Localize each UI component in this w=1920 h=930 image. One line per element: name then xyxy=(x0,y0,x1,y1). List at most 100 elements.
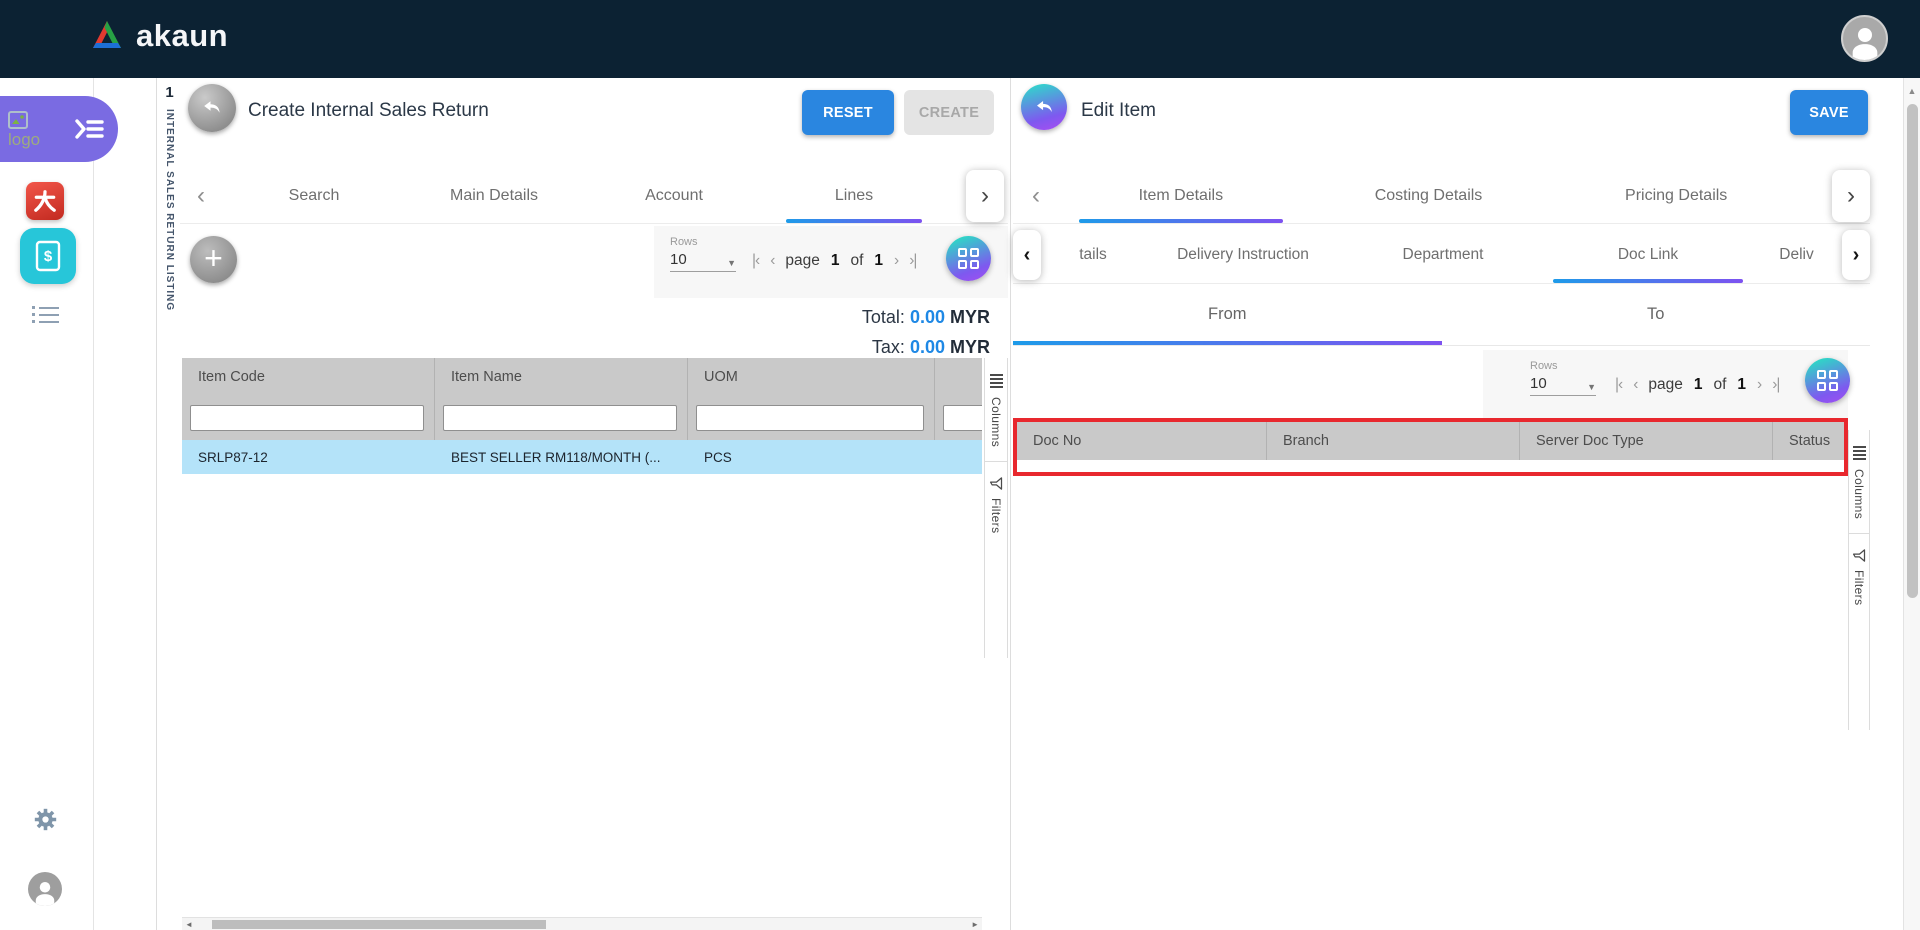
scroll-left-icon[interactable]: ◄ xyxy=(185,920,193,929)
col-status[interactable]: Status xyxy=(1773,422,1844,460)
first-page-icon[interactable]: |‹ xyxy=(752,252,759,270)
tab-from[interactable]: From xyxy=(1013,284,1442,345)
akaun-triangle-icon xyxy=(88,19,126,53)
scrollbar-thumb[interactable] xyxy=(1907,104,1918,598)
last-page-icon[interactable]: ›| xyxy=(909,252,916,270)
right-table-side-tools: Columns Filters xyxy=(1848,430,1870,730)
tab-search[interactable]: Search xyxy=(224,168,404,223)
col-doc-no[interactable]: Doc No xyxy=(1017,422,1267,460)
lines-table: Item Code Item Name UOM SRLP87-12 BEST S… xyxy=(182,358,982,474)
tabs-scroll-right-icon[interactable]: › xyxy=(966,170,1004,222)
col-extra[interactable] xyxy=(935,358,982,396)
tab-item-details[interactable]: Item Details xyxy=(1057,168,1305,223)
tab-account[interactable]: Account xyxy=(584,168,764,223)
prev-page-icon[interactable]: ‹ xyxy=(1633,376,1637,394)
reset-button[interactable]: RESET xyxy=(802,90,894,135)
rows-per-page-select[interactable]: Rows 10 ▼ xyxy=(670,236,736,272)
total-pages: 1 xyxy=(874,252,883,270)
panel-divider xyxy=(1010,78,1011,930)
prev-page-icon[interactable]: ‹ xyxy=(770,252,774,270)
total-value: 0.00 xyxy=(910,307,945,327)
doc-link-table-filter-row xyxy=(1017,460,1844,472)
grid-view-toggle-button[interactable] xyxy=(1805,358,1850,403)
left-panel-toolbar: + Rows 10 ▼ |‹ ‹ page 1 of 1 › ›| xyxy=(180,224,1008,302)
cell-uom: PCS xyxy=(688,440,935,474)
grid-view-toggle-button[interactable] xyxy=(946,236,991,281)
top-navigation-bar: akaun xyxy=(0,0,1920,78)
subtab-details-clipped[interactable]: tails xyxy=(1043,226,1143,283)
columns-tool-button[interactable]: Columns xyxy=(985,358,1007,461)
subtabs-scroll-right-icon[interactable]: › xyxy=(1842,230,1870,280)
scroll-right-icon[interactable]: ► xyxy=(971,920,979,929)
tab-costing-details[interactable]: Costing Details xyxy=(1305,168,1553,223)
left-pagination: |‹ ‹ page 1 of 1 › ›| xyxy=(752,252,916,270)
filters-funnel-icon xyxy=(1852,548,1867,563)
module-tab-strip[interactable]: 1 INTERNAL SALES RETURN LISTING xyxy=(156,78,182,930)
sidebar-user-avatar[interactable] xyxy=(28,872,62,906)
tabs-scroll-left-icon[interactable]: ‹ xyxy=(1021,168,1051,223)
tenant-logo-menu[interactable]: logo xyxy=(0,96,118,162)
tabs-scroll-right-icon[interactable]: › xyxy=(1832,170,1870,222)
filter-input-item-name[interactable] xyxy=(443,405,677,431)
next-page-icon[interactable]: › xyxy=(1757,376,1761,394)
subtab-doc-link[interactable]: Doc Link xyxy=(1543,226,1753,283)
col-item-code[interactable]: Item Code xyxy=(182,358,435,396)
current-page: 1 xyxy=(1694,376,1703,394)
right-panel-toolbar: Rows 10 ▼ |‹ ‹ page 1 of 1 › ›| xyxy=(1013,348,1870,426)
subtab-department[interactable]: Department xyxy=(1343,226,1543,283)
menu-collapse-icon[interactable] xyxy=(74,118,104,140)
settings-gear-icon[interactable] xyxy=(32,806,59,833)
filter-input-extra[interactable] xyxy=(943,405,982,431)
bigledger-app-icon[interactable] xyxy=(26,182,64,220)
filters-tool-button[interactable]: Filters xyxy=(1849,534,1869,619)
user-profile-avatar[interactable] xyxy=(1841,15,1888,62)
lines-table-header: Item Code Item Name UOM xyxy=(182,358,982,396)
doc-link-table-header: Doc No Branch Server Doc Type Status xyxy=(1017,422,1844,460)
filter-input-uom[interactable] xyxy=(696,405,924,431)
save-button[interactable]: SAVE xyxy=(1790,90,1868,135)
back-button[interactable] xyxy=(188,84,236,132)
last-page-icon[interactable]: ›| xyxy=(1772,376,1779,394)
right-pagination: |‹ ‹ page 1 of 1 › ›| xyxy=(1615,376,1779,394)
col-item-name[interactable]: Item Name xyxy=(435,358,688,396)
caret-down-icon: ▼ xyxy=(1587,382,1596,392)
table-row-selected[interactable]: SRLP87-12 BEST SELLER RM118/MONTH (... P… xyxy=(182,440,982,474)
cell-item-code: SRLP87-12 xyxy=(182,440,435,474)
broken-image-icon xyxy=(8,111,40,129)
tab-to[interactable]: To xyxy=(1442,284,1871,345)
filters-tool-button[interactable]: Filters xyxy=(985,462,1007,547)
module-label: INTERNAL SALES RETURN LISTING xyxy=(164,109,175,311)
left-panel-header: Create Internal Sales Return RESET CREAT… xyxy=(180,78,1008,168)
finance-doc-app-icon[interactable]: $ xyxy=(20,228,76,284)
subtabs-scroll-left-icon[interactable]: ‹ xyxy=(1013,230,1041,280)
create-button[interactable]: CREATE xyxy=(904,90,994,135)
filter-input-item-code[interactable] xyxy=(190,405,424,431)
list-menu-icon[interactable] xyxy=(32,306,59,327)
col-server-doc-type[interactable]: Server Doc Type xyxy=(1520,422,1773,460)
columns-tool-button[interactable]: Columns xyxy=(1849,430,1869,533)
subtab-delivery-instruction[interactable]: Delivery Instruction xyxy=(1143,226,1343,283)
filters-funnel-icon xyxy=(989,476,1004,491)
col-uom[interactable]: UOM xyxy=(688,358,935,396)
tab-main-details[interactable]: Main Details xyxy=(404,168,584,223)
first-page-icon[interactable]: |‹ xyxy=(1615,376,1622,394)
tab-lines[interactable]: Lines xyxy=(764,168,944,223)
next-page-icon[interactable]: › xyxy=(894,252,898,270)
subtab-delivery-clipped[interactable]: Deliv xyxy=(1753,226,1840,283)
module-index: 1 xyxy=(165,84,173,101)
cell-item-name: BEST SELLER RM118/MONTH (... xyxy=(435,440,688,474)
tab-pricing-details[interactable]: Pricing Details xyxy=(1552,168,1800,223)
col-branch[interactable]: Branch xyxy=(1267,422,1520,460)
item-details-subtabs: ‹ tails Delivery Instruction Department … xyxy=(1013,226,1870,284)
akaun-brand-logo: akaun xyxy=(88,18,228,54)
tabs-scroll-left-icon[interactable]: ‹ xyxy=(186,168,216,223)
scroll-up-icon[interactable]: ▲ xyxy=(1904,86,1920,96)
scrollbar-thumb[interactable] xyxy=(212,920,546,929)
user-silhouette-icon xyxy=(1845,20,1885,60)
horizontal-scrollbar[interactable]: ◄ ► xyxy=(182,917,982,930)
rows-per-page-select[interactable]: Rows 10 ▼ xyxy=(1530,360,1596,396)
back-button[interactable] xyxy=(1021,84,1067,130)
add-line-button[interactable]: + xyxy=(190,236,237,283)
svg-text:$: $ xyxy=(44,248,53,265)
page-vertical-scrollbar[interactable]: ▲ xyxy=(1903,78,1920,930)
